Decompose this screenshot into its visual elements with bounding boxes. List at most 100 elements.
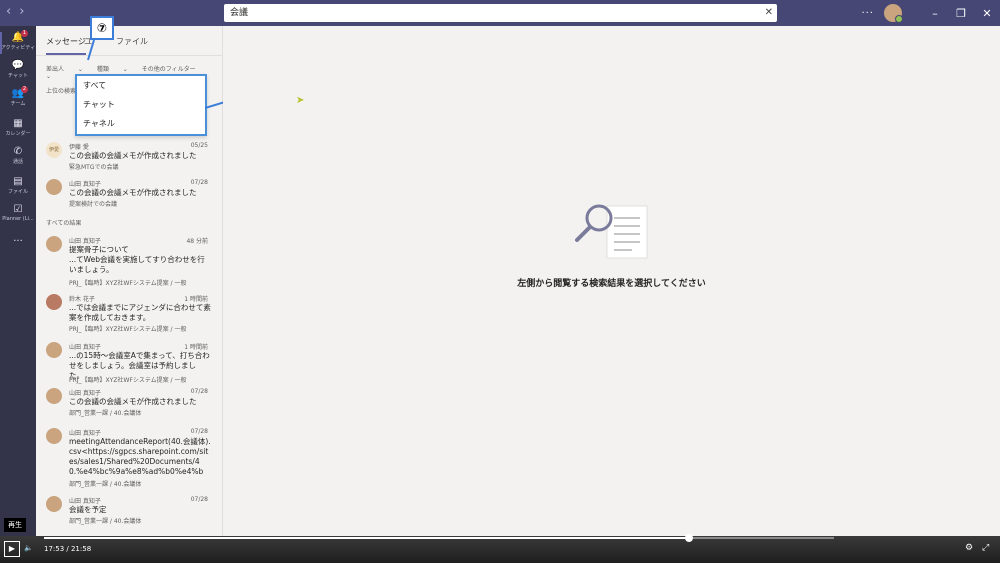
result-body: この会議の会議メモが作成されました — [69, 188, 211, 198]
more-options-icon[interactable]: ··· — [861, 8, 874, 19]
result-time: 1 時間前 — [184, 342, 208, 351]
minimize-icon[interactable]: – — [922, 7, 948, 20]
avatar — [46, 179, 62, 195]
rail-label: チーム — [11, 101, 26, 107]
avatar — [46, 496, 62, 512]
rail-label: 通話 — [13, 159, 23, 165]
results-tabs: メッセージ ユ ファイル — [36, 26, 222, 56]
rail-item-planner[interactable]: ☑ Planner (Li... — [0, 204, 36, 222]
search-document-icon — [567, 196, 657, 266]
result-time: 07/28 — [191, 496, 208, 503]
avatar — [46, 236, 62, 252]
video-time: 17:53 / 21:58 — [44, 545, 91, 553]
filter-label: 差出人 — [46, 66, 64, 73]
phone-icon: ✆ — [0, 146, 36, 157]
result-time: 48 分前 — [186, 236, 208, 245]
volume-icon[interactable]: 🔈 — [24, 544, 33, 552]
callout-arrow-8 — [205, 100, 225, 110]
rail-label: ファイル — [8, 189, 28, 195]
dropdown-option-all[interactable]: すべて — [83, 80, 106, 91]
rail-label: チャット — [8, 73, 28, 79]
avatar — [46, 428, 62, 444]
play-button[interactable]: ▶ — [4, 541, 20, 557]
gear-icon[interactable]: ⚙ — [965, 543, 973, 553]
planner-icon: ☑ — [0, 204, 36, 215]
rail-item-more[interactable]: ··· — [0, 236, 36, 248]
avatar[interactable] — [884, 4, 902, 22]
video-progress-fill — [44, 537, 689, 539]
rail-item-files[interactable]: ▤ ファイル — [0, 176, 36, 195]
dropdown-option-channel[interactable]: チャネル — [83, 118, 115, 129]
teams-badge: 2 — [21, 86, 28, 93]
result-sender: 山田 真知子 — [69, 496, 101, 505]
result-sender: 山田 真知子 — [69, 428, 101, 437]
type-filter-dropdown: すべて チャット チャネル — [75, 74, 207, 136]
result-time: 1 時間前 — [184, 294, 208, 303]
result-location: 部門_営業一課 / 40.会議体 — [69, 479, 141, 488]
top-results-heading: 上位の検索 — [46, 86, 76, 95]
teams-icon: 👥 — [0, 88, 36, 99]
title-bar: ‹› 会議 ✕ ··· – ❐ ✕ — [0, 0, 1000, 26]
result-location: 緊急MTGでの会議 — [69, 162, 119, 171]
avatar — [46, 294, 62, 310]
callout-arrow-7 — [86, 40, 96, 62]
filter-type[interactable]: 種類 ⌄ — [97, 66, 128, 73]
result-location: PRJ_【臨時】XYZ社WFシステム提案 / 一般 — [69, 278, 186, 287]
play-tooltip: 再生 — [4, 518, 26, 532]
result-sender: 山田 真知子 — [69, 342, 101, 351]
result-location: 提案検討での会議 — [69, 199, 117, 208]
main-content: ➤ 左側から閲覧する検索結果を選択してください — [223, 26, 1000, 536]
activity-badge: 1 — [21, 30, 28, 37]
video-progress-bar[interactable] — [44, 537, 834, 539]
close-icon[interactable]: ✕ — [765, 4, 773, 22]
more-apps-icon: ··· — [0, 236, 36, 247]
rail-item-calendar[interactable]: ▦ カレンダー — [0, 118, 36, 137]
tab-files[interactable]: ファイル — [116, 36, 148, 47]
mouse-cursor-icon: ➤ — [296, 95, 304, 106]
rail-item-activity[interactable]: 🔔 1 アクティビティ — [0, 32, 36, 51]
filter-sender[interactable]: 差出人 ⌄ — [46, 66, 83, 73]
bell-icon: 🔔 — [0, 32, 36, 43]
rail-item-chat[interactable]: 💬 チャット — [0, 60, 36, 79]
result-sender: 鈴木 花子 — [69, 294, 95, 303]
result-body: 提案骨子について ...てWeb会議を実施してすり合わせを行いましょう。 — [69, 245, 211, 275]
tab-messages[interactable]: メッセージ — [46, 36, 86, 55]
result-sender: 山田 真知子 — [69, 179, 101, 188]
rail-item-teams[interactable]: 👥 2 チーム — [0, 88, 36, 107]
result-time: 05/25 — [191, 142, 208, 149]
rail-label: アクティビティ — [1, 45, 35, 51]
result-body: ...では会議までにアジェンダに合わせて素案を作成しておきます。 — [69, 303, 211, 323]
result-time: 07/28 — [191, 428, 208, 435]
result-sender: 山田 真知子 — [69, 388, 101, 397]
maximize-icon[interactable]: ❐ — [948, 7, 974, 20]
result-location: PRJ_【臨時】XYZ社WFシステム提案 / 一般 — [69, 324, 186, 333]
result-location: PRJ_【臨時】XYZ社WFシステム提案 / 一般 — [69, 375, 186, 384]
app-rail: 🔔 1 アクティビティ 💬 チャット 👥 2 チーム ▦ カレンダー ✆ 通話 … — [0, 26, 36, 536]
result-body: この会議の会議メモが作成されました — [69, 397, 211, 407]
avatar: 伊愛 — [46, 142, 62, 158]
fullscreen-icon[interactable]: ⤢ — [982, 543, 989, 553]
result-sender: 伊藤 愛 — [69, 142, 89, 151]
filter-label: その他のフィルター — [142, 66, 196, 73]
video-player-bar — [0, 536, 1000, 563]
video-progress-handle[interactable] — [685, 534, 693, 542]
result-time: 07/28 — [191, 388, 208, 395]
file-icon: ▤ — [0, 176, 36, 187]
result-body: 会議を予定 — [69, 505, 211, 515]
rail-item-calls[interactable]: ✆ 通話 — [0, 146, 36, 165]
result-time: 07/28 — [191, 179, 208, 186]
search-input[interactable]: 会議 ✕ — [224, 4, 777, 22]
result-body: meetingAttendanceReport(40.会議体).csv<http… — [69, 437, 211, 477]
dropdown-option-chat[interactable]: チャット — [83, 99, 115, 110]
filter-label: 種類 — [97, 66, 109, 73]
all-results-heading: すべての結果 — [46, 218, 81, 227]
avatar — [46, 342, 62, 358]
result-sender: 山田 真知子 — [69, 236, 101, 245]
forward-arrow-icon[interactable]: › — [19, 4, 24, 19]
result-location: 部門_営業一課 / 40.会議体 — [69, 408, 141, 417]
callout-7: ⑦ — [90, 16, 114, 40]
calendar-icon: ▦ — [0, 118, 36, 129]
back-arrow-icon[interactable]: ‹ — [6, 4, 11, 19]
nav-arrows: ‹› — [6, 4, 32, 19]
close-window-icon[interactable]: ✕ — [974, 7, 1000, 20]
